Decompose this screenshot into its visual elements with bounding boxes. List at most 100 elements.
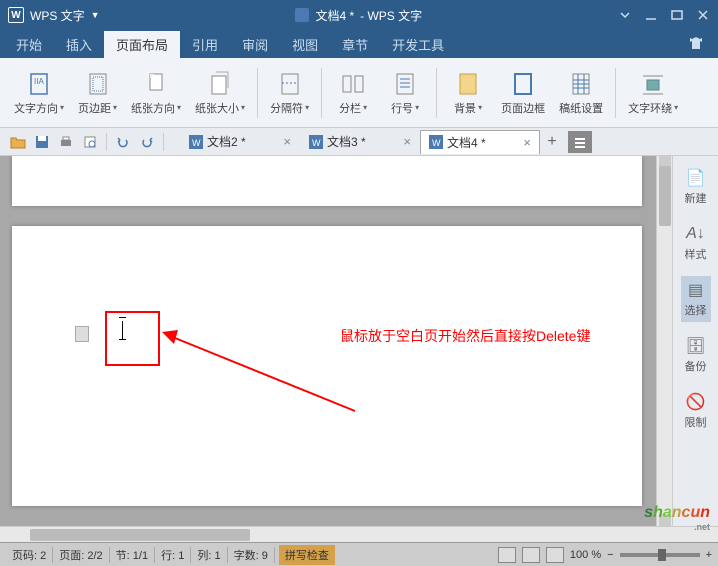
- word-doc-icon: W: [429, 135, 443, 149]
- close-tab-icon[interactable]: ×: [283, 134, 291, 149]
- page-borders-icon: [509, 70, 537, 98]
- chevron-down-icon: ▾: [241, 103, 245, 112]
- view-print-layout-button[interactable]: [498, 547, 516, 563]
- manuscript-icon: [567, 70, 595, 98]
- close-tab-icon[interactable]: ×: [403, 134, 411, 149]
- ribbon-margins[interactable]: 页边距▾: [72, 63, 123, 123]
- menu-view[interactable]: 视图: [280, 31, 330, 58]
- status-page[interactable]: 页面: 2/2: [53, 547, 109, 563]
- doc-tab-3[interactable]: W 文档4 * ×: [420, 130, 540, 154]
- close-tab-icon[interactable]: ×: [523, 135, 531, 150]
- restrict-icon: 🚫: [686, 392, 706, 412]
- add-tab-button[interactable]: +: [540, 131, 564, 153]
- document-area[interactable]: 鼠标放于空白页开始然后直接按Delete键: [0, 156, 656, 526]
- titlebar-dropdown-icon[interactable]: ▼: [91, 10, 100, 20]
- text-cursor-icon: [122, 321, 123, 339]
- status-word-count[interactable]: 字数: 9: [228, 547, 275, 563]
- horizontal-scrollbar[interactable]: [0, 526, 718, 542]
- doc-title: 文档4 *: [315, 7, 354, 24]
- statusbar: 页码: 2 页面: 2/2 节: 1/1 行: 1 列: 1 字数: 9 拼写检…: [0, 542, 718, 566]
- text-direction-icon: IIA: [25, 70, 53, 98]
- vertical-scrollbar[interactable]: [656, 156, 672, 526]
- status-spellcheck[interactable]: 拼写检查: [279, 545, 335, 565]
- theme-icon[interactable]: [688, 35, 714, 54]
- minimize-button[interactable]: [644, 8, 658, 22]
- menu-section[interactable]: 章节: [330, 31, 380, 58]
- ribbon-page-borders[interactable]: 页面边框: [495, 63, 551, 123]
- menu-references[interactable]: 引用: [180, 31, 230, 58]
- undo-button[interactable]: [111, 131, 135, 153]
- hscroll-thumb[interactable]: [30, 529, 250, 541]
- tab-list-button[interactable]: [568, 131, 592, 153]
- titlebar: W WPS 文字 ▼ 文档4 * - WPS 文字: [0, 0, 718, 30]
- zoom-slider[interactable]: [620, 553, 700, 557]
- zoom-out-button[interactable]: −: [607, 549, 613, 561]
- menubar: 开始 插入 页面布局 引用 审阅 视图 章节 开发工具: [0, 30, 718, 58]
- chevron-down-icon: ▾: [363, 103, 367, 112]
- ribbon-columns[interactable]: 分栏▾: [328, 63, 378, 123]
- save-button[interactable]: [30, 131, 54, 153]
- chevron-down-icon: ▾: [113, 103, 117, 112]
- page-1[interactable]: [12, 156, 642, 206]
- doc-tab-1[interactable]: W 文档2 * ×: [180, 129, 300, 154]
- ribbon-background[interactable]: 背景▾: [443, 63, 493, 123]
- zoom-slider-thumb[interactable]: [658, 549, 666, 561]
- quick-access-toolbar: W 文档2 * × W 文档3 * × W 文档4 * × +: [0, 128, 718, 156]
- ribbon-text-wrap[interactable]: 文字环绕▾: [622, 63, 684, 123]
- doc-tab-2[interactable]: W 文档3 * ×: [300, 129, 420, 154]
- zoom-value[interactable]: 100 %: [570, 549, 601, 561]
- side-panel: 📄新建 A↓样式 ▤选择 🗄备份 🚫限制: [672, 156, 718, 526]
- columns-icon: [339, 70, 367, 98]
- doc-tab-label: 文档3 *: [327, 133, 366, 150]
- print-preview-button[interactable]: [78, 131, 102, 153]
- side-select[interactable]: ▤选择: [681, 276, 711, 322]
- svg-text:W: W: [312, 138, 321, 148]
- view-outline-button[interactable]: [522, 547, 540, 563]
- ribbon-manuscript[interactable]: 稿纸设置: [553, 63, 609, 123]
- menu-review[interactable]: 审阅: [230, 31, 280, 58]
- open-button[interactable]: [6, 131, 30, 153]
- status-page-no[interactable]: 页码: 2: [6, 547, 53, 563]
- side-backup[interactable]: 🗄备份: [681, 332, 711, 378]
- menu-insert[interactable]: 插入: [54, 31, 104, 58]
- chevron-down-icon: ▾: [674, 103, 678, 112]
- status-row[interactable]: 行: 1: [155, 547, 191, 563]
- select-icon: ▤: [686, 280, 706, 300]
- doc-title-suffix: - WPS 文字: [360, 7, 422, 24]
- ribbon-collapse-icon[interactable]: [618, 8, 632, 22]
- app-name: WPS 文字: [30, 7, 85, 24]
- chevron-down-icon: ▾: [415, 103, 419, 112]
- menu-start[interactable]: 开始: [4, 31, 54, 58]
- word-doc-icon: W: [189, 135, 203, 149]
- workspace: 鼠标放于空白页开始然后直接按Delete键 📄新建 A↓样式 ▤选择 🗄备份 🚫…: [0, 156, 718, 526]
- margins-icon: [84, 70, 112, 98]
- side-style[interactable]: A↓样式: [681, 220, 711, 266]
- close-button[interactable]: [696, 8, 710, 22]
- background-icon: [454, 70, 482, 98]
- status-section[interactable]: 节: 1/1: [110, 547, 155, 563]
- menu-page-layout[interactable]: 页面布局: [104, 31, 180, 58]
- side-restrict[interactable]: 🚫限制: [681, 388, 711, 434]
- annotation-text: 鼠标放于空白页开始然后直接按Delete键: [340, 326, 590, 346]
- side-new[interactable]: 📄新建: [681, 164, 711, 210]
- ribbon-size[interactable]: 纸张大小▾: [189, 63, 251, 123]
- print-button[interactable]: [54, 131, 78, 153]
- orientation-icon: [142, 70, 170, 98]
- page-2[interactable]: [12, 226, 642, 506]
- text-wrap-icon: [639, 70, 667, 98]
- scroll-thumb[interactable]: [659, 166, 671, 226]
- status-col[interactable]: 列: 1: [191, 547, 227, 563]
- svg-text:W: W: [192, 138, 201, 148]
- redo-button[interactable]: [135, 131, 159, 153]
- ribbon-orientation[interactable]: 纸张方向▾: [125, 63, 187, 123]
- zoom-in-button[interactable]: +: [706, 549, 712, 561]
- menu-developer[interactable]: 开发工具: [380, 31, 456, 58]
- annotation-highlight-box: [105, 311, 160, 366]
- view-web-button[interactable]: [546, 547, 564, 563]
- maximize-button[interactable]: [670, 8, 684, 22]
- ribbon-breaks[interactable]: 分隔符▾: [264, 63, 315, 123]
- chevron-down-icon: ▾: [177, 103, 181, 112]
- ribbon-text-direction[interactable]: IIA 文字方向▾: [8, 63, 70, 123]
- ribbon-line-numbers[interactable]: 行号▾: [380, 63, 430, 123]
- svg-text:W: W: [432, 138, 441, 148]
